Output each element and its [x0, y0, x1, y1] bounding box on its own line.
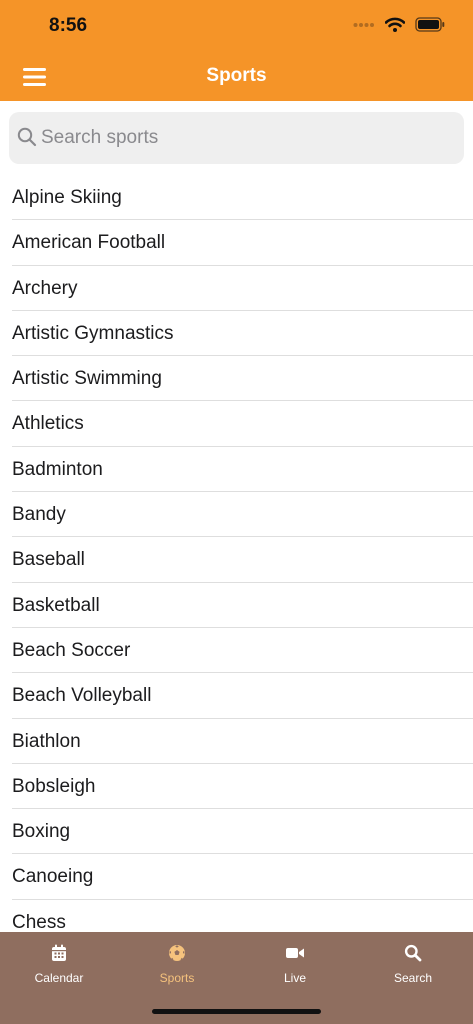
list-item[interactable]: Boxing — [0, 809, 473, 855]
video-camera-icon — [286, 948, 304, 958]
tab-live[interactable]: Live — [236, 932, 354, 992]
sport-name: Bobsleigh — [12, 775, 96, 797]
sport-name: American Football — [12, 232, 166, 254]
sport-name: Archery — [12, 277, 78, 299]
list-item[interactable]: American Football — [0, 220, 473, 266]
sport-name: Boxing — [12, 821, 71, 843]
sport-name: Baseball — [12, 549, 85, 571]
sport-name: Canoeing — [12, 866, 94, 888]
tab-label: Calendar — [34, 971, 84, 985]
sports-list: Alpine Skiing American Football Archery Art… — [0, 175, 473, 932]
sport-name: Artistic Swimming — [12, 368, 162, 390]
list-item[interactable]: Basketball — [0, 583, 473, 628]
battery-icon — [415, 17, 445, 32]
tab-label: Search — [393, 971, 433, 985]
sport-name: Chess — [12, 911, 66, 932]
soccer-ball-icon — [169, 945, 185, 961]
search-bar[interactable] — [9, 112, 464, 164]
sport-name: Bandy — [12, 504, 66, 526]
tab-calendar[interactable]: Calendar — [0, 932, 118, 992]
list-item[interactable]: Badminton — [0, 447, 473, 493]
status-bar: 8:56 — [0, 0, 473, 54]
list-item[interactable]: Beach Soccer — [0, 628, 473, 674]
list-item[interactable]: Bobsleigh — [0, 764, 473, 810]
list-item[interactable]: Bandy — [0, 492, 473, 538]
wifi-icon — [385, 17, 405, 32]
sport-name: Badminton — [12, 458, 103, 480]
search-input[interactable] — [41, 120, 451, 156]
list-item[interactable]: Artistic Gymnastics — [0, 311, 473, 357]
sport-name: Basketball — [12, 594, 100, 616]
tab-search[interactable]: Search — [354, 932, 472, 992]
sport-name: Biathlon — [12, 730, 81, 752]
calendar-icon — [52, 944, 66, 961]
list-item[interactable]: Athletics — [0, 401, 473, 447]
sport-name: Beach Soccer — [12, 639, 131, 661]
header: 8:56 Sports — [0, 0, 473, 101]
search-icon — [17, 127, 37, 147]
home-indicator — [152, 1009, 321, 1014]
list-item[interactable]: Chess — [0, 900, 473, 932]
list-item[interactable]: Beach Volleyball — [0, 673, 473, 719]
status-icons — [353, 17, 445, 32]
sport-name: Alpine Skiing — [12, 187, 122, 208]
list-item[interactable]: Archery — [0, 266, 473, 311]
sport-name: Beach Volleyball — [12, 685, 152, 707]
list-item[interactable]: Alpine Skiing — [0, 175, 473, 221]
sport-name: Artistic Gymnastics — [12, 322, 174, 344]
search-icon — [404, 944, 422, 962]
status-time: 8:56 — [49, 15, 88, 36]
cellular-signal-icon — [353, 22, 374, 27]
list-item[interactable]: Canoeing — [0, 854, 473, 900]
tab-label: Live — [283, 971, 306, 985]
list-item[interactable]: Biathlon — [0, 719, 473, 764]
sport-name: Athletics — [12, 413, 84, 435]
page-title: Sports — [206, 65, 267, 86]
navigation-bar: Sports — [0, 54, 473, 101]
tab-sports[interactable]: Sports — [118, 932, 236, 992]
tab-label: Sports — [159, 971, 195, 985]
list-item[interactable]: Baseball — [0, 537, 473, 583]
list-item[interactable]: Artistic Swimming — [0, 356, 473, 402]
